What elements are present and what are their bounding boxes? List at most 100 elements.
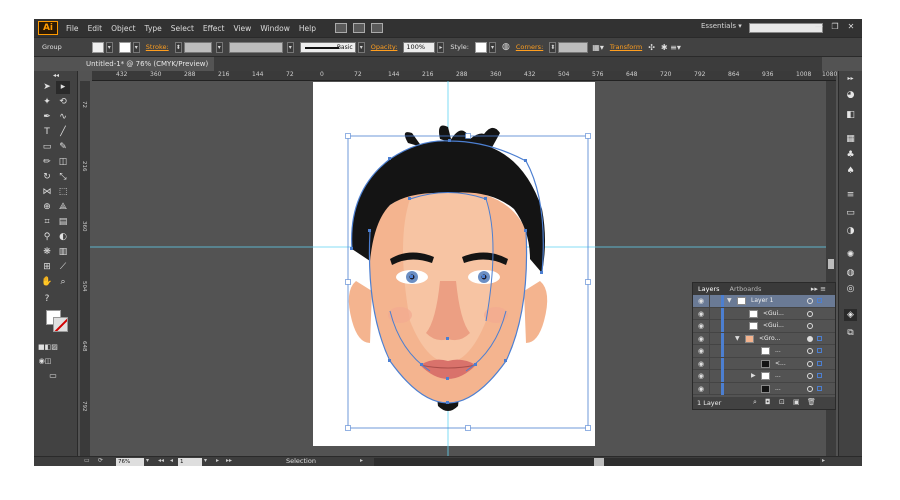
corners-stepper[interactable]: ⬍ [549,41,557,53]
lock-toggle[interactable] [709,320,719,332]
color-mode-icons[interactable]: ■◧▨ [38,341,58,354]
document-tab[interactable]: Untitled-1* @ 76% (CMYK/Preview) ✕ [80,57,214,82]
brush-definition[interactable]: Basic [299,41,356,53]
horizontal-scrollbar[interactable] [374,458,820,466]
target-icon[interactable] [807,360,813,367]
close-button[interactable]: ✕ [844,21,858,33]
layer-row[interactable]: ◉ <Gui... [693,320,835,333]
help-icon[interactable]: ? [40,293,54,306]
selection-indicator[interactable] [817,335,822,341]
corners-field[interactable] [558,41,589,53]
panel-collapse-icon[interactable]: ◂◂ [38,73,74,79]
symbols-panel-icon[interactable]: ♠ [844,165,857,177]
perspective-grid-tool-icon[interactable]: ⟁ [56,201,70,214]
menu-select[interactable]: Select [171,24,194,33]
eyedropper-tool-icon[interactable]: ⚲ [40,231,54,244]
artboard-tool-icon[interactable]: ⊞ [40,261,54,274]
selection-indicator[interactable] [817,373,822,378]
visibility-eye-icon[interactable]: ◉ [696,322,706,330]
target-icon[interactable] [807,348,813,354]
new-sublayer-icon[interactable]: ⊡ [779,398,785,406]
eraser-tool-icon[interactable]: ◫ [56,156,70,169]
menu-window[interactable]: Window [260,24,290,33]
minimize-button[interactable]: — [812,21,826,33]
recolor-icon[interactable]: ◍ [502,42,510,52]
zoom-dropdown-icon[interactable]: ▾ [146,457,149,464]
horizontal-scroll-thumb[interactable] [594,458,604,466]
layer-name[interactable]: ... [775,347,781,354]
selection-indicator[interactable] [817,360,822,366]
stroke-dropdown[interactable]: ▾ [132,41,140,53]
dock-collapse-icon[interactable]: ▸▸ [844,73,857,85]
lock-toggle[interactable] [709,382,719,395]
lock-toggle[interactable] [709,370,719,382]
target-icon[interactable] [807,310,813,317]
target-icon[interactable] [807,298,813,304]
fill-swatch[interactable] [91,41,104,53]
layers-panel-icon[interactable]: ◈ [844,309,857,321]
workspace-switcher[interactable]: Essentials ▾ [701,22,742,30]
visibility-eye-icon[interactable]: ◉ [696,372,706,380]
align-grid-icon[interactable]: ▦▾ [592,43,604,52]
opacity-label[interactable]: Opacity: [371,43,398,51]
layer-name[interactable]: Layer 1 [751,297,773,304]
target-icon[interactable] [807,323,813,329]
artboard-dropdown-icon[interactable]: ▾ [204,457,207,464]
layer-name[interactable]: <... [775,360,786,367]
zoom-tool-icon[interactable]: ⌕ [56,276,70,289]
color-panel-icon[interactable]: ◕ [844,89,857,101]
status-icon[interactable]: ▭ [84,457,90,464]
clipping-mask-icon[interactable]: ◘ [765,398,771,406]
next-artboard-icon[interactable]: ▸ [216,457,219,464]
vertical-scroll-thumb[interactable] [828,259,834,269]
layer-name[interactable]: <Gui... [763,322,784,329]
locate-object-icon[interactable]: ⌕ [753,398,757,407]
lock-toggle[interactable] [709,357,719,370]
transform-label[interactable]: Transform [610,43,642,51]
blend-tool-icon[interactable]: ◐ [56,231,70,244]
selection-indicator[interactable] [817,385,822,391]
visibility-eye-icon[interactable]: ◉ [696,360,706,368]
lock-toggle[interactable] [709,307,719,320]
opacity-field[interactable]: 100% [403,41,436,53]
direct-selection-tool-icon[interactable]: ▸ [56,81,70,94]
panel-menu-icon[interactable]: ▸▸ ≡ [806,285,831,293]
layer-name[interactable]: ... [775,385,781,392]
layer-row[interactable]: ◉ <... [693,357,835,370]
menu-help[interactable]: Help [299,24,316,33]
symbol-sprayer-tool-icon[interactable]: ❋ [40,246,54,259]
tab-layers[interactable]: Layers [693,285,725,293]
visibility-eye-icon[interactable]: ◉ [696,335,706,343]
stroke-panel-icon[interactable]: ≡ [844,189,857,201]
status-mode[interactable]: Selection [286,457,316,465]
selection-tool-icon[interactable]: ➤ [40,81,54,94]
artboards-panel-icon[interactable]: ⧉ [844,327,857,339]
stroke-label[interactable]: Stroke: [146,43,169,51]
appearance-panel-icon[interactable]: ✺ [844,249,857,261]
lock-toggle[interactable] [709,345,719,357]
brushes-panel-icon[interactable]: ♣ [844,149,857,161]
color-guide-icon[interactable]: ◧ [844,109,857,121]
style-dropdown[interactable]: ▾ [488,41,496,53]
layer-row[interactable]: ◉ ▶ ... [693,370,835,383]
menu-type[interactable]: Type [145,24,162,33]
stroke-weight-stepper[interactable]: ⬍ [174,41,182,53]
screen-mode-icon[interactable]: ▭ [46,369,60,382]
prev-artboard-icon[interactable]: ◂ [170,457,173,464]
status-icon[interactable]: ⟳ [98,457,103,464]
new-layer-icon[interactable]: ▣ [793,398,800,406]
zoom-field[interactable]: 76% [116,458,144,466]
width-tool-icon[interactable]: ⋈ [40,186,54,199]
pen-tool-icon[interactable]: ✒ [40,111,54,124]
stroke-weight-field[interactable] [183,41,212,53]
lasso-tool-icon[interactable]: ⟲ [56,96,70,109]
lock-toggle[interactable] [709,295,719,307]
status-menu-icon[interactable]: ▸ [360,457,363,464]
layer-row[interactable]: ◉ ... [693,382,835,395]
menu-effect[interactable]: Effect [203,24,225,33]
corners-label[interactable]: Corners: [516,43,543,51]
graphic-styles-icon[interactable]: ◍ [844,267,857,279]
menu-view[interactable]: View [234,24,252,33]
menu-object[interactable]: Object [111,24,135,33]
menu-edit[interactable]: Edit [88,24,103,33]
